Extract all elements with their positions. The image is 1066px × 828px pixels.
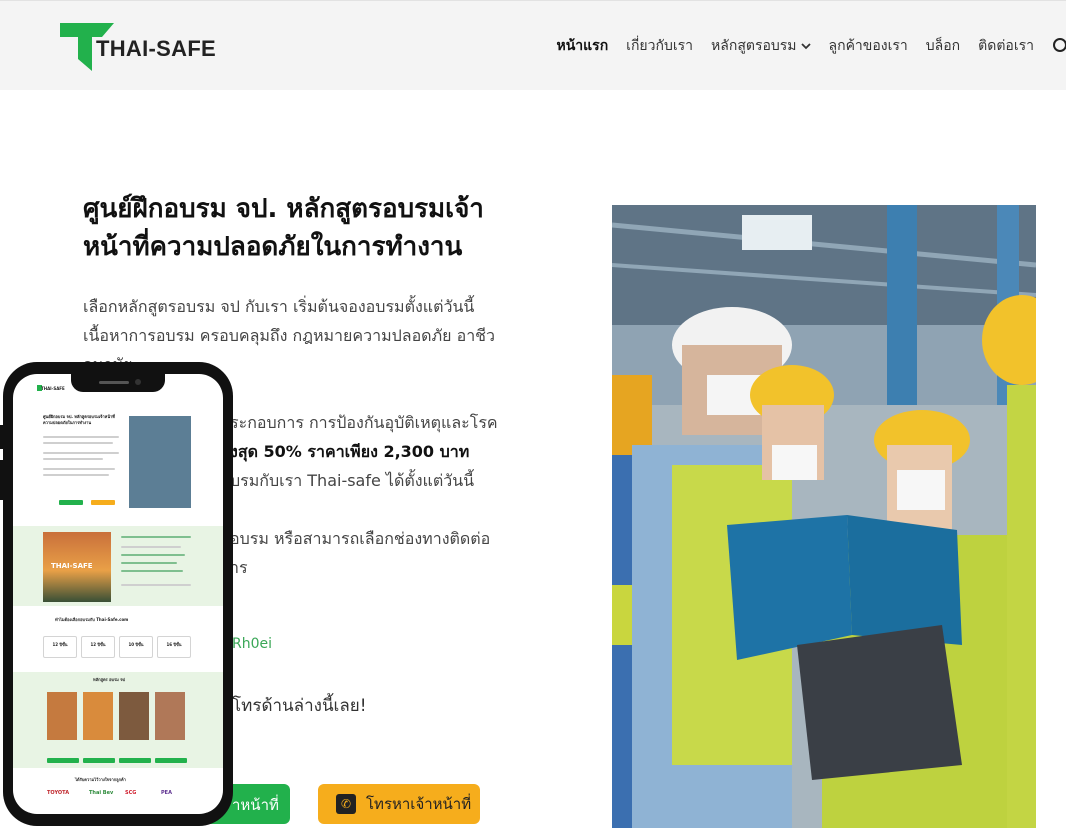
mobile-client-logo: Thai Bev (89, 790, 114, 796)
site-header: THAI-SAFE หน้าแรก เกี่ยวกับเรา หลักสูตรอ… (0, 0, 1066, 90)
nav-item-blog[interactable]: บล็อก (926, 35, 960, 57)
hero-title: ศูนย์ฝึกอบรม จป. หลักสูตรอบรมเจ้า หน้าที… (83, 194, 484, 262)
mobile-course-button (155, 758, 187, 763)
mobile-preview-mockup: THAI-SAFE ศูนย์ฝึกอบรม จป. หลักสูตรอบรมเ… (3, 362, 233, 826)
hero-paragraph-contact: อบรม หรือสามารถเลือกช่องทางติดต่อ าร (230, 529, 491, 577)
logo-text[interactable]: THAI-SAFE (96, 36, 216, 62)
mobile-banner-text: THAI-SAFE (51, 562, 93, 570)
mobile-course-button (47, 758, 79, 763)
mobile-stat-card: 12 ปีขึ้น (43, 636, 77, 658)
mobile-stat-card: 10 ปีขึ้น (119, 636, 153, 658)
mobile-orange-button (91, 500, 115, 505)
mobile-client-logo: SCG (125, 790, 137, 796)
call-staff-button[interactable]: ✆ โทรหาเจ้าหน้าที่ (318, 784, 480, 824)
nav-item-contact[interactable]: ติดต่อเรา (978, 35, 1034, 57)
mobile-course-button (119, 758, 151, 763)
main-nav: หน้าแรก เกี่ยวกับเรา หลักสูตรอบรม ลูกค้า… (538, 35, 1066, 57)
nav-item-about[interactable]: เกี่ยวกับเรา (626, 35, 693, 57)
mobile-course-card (119, 692, 149, 740)
nav-item-clients[interactable]: ลูกค้าของเรา (829, 35, 908, 57)
search-icon[interactable] (1052, 37, 1066, 55)
mobile-course-card (83, 692, 113, 740)
hero-paragraph-promo: ระกอบการ การป้องกันอุบัติเหตุและโรค งสุด… (230, 413, 498, 490)
mobile-section-title: ทำไมต้องเลือกอบรมกับ Thai-Safe.com (55, 617, 129, 622)
hero-photo-workers (612, 205, 1036, 828)
mobile-stat-card: 12 ปีขึ้น (81, 636, 115, 658)
mobile-section-courses (13, 672, 223, 768)
mobile-course-card (47, 692, 77, 740)
mobile-stat-card: 16 ปีขึ้น (157, 636, 191, 658)
phone-icon: ✆ (336, 794, 356, 814)
mobile-client-logo: TOYOTA (47, 790, 70, 796)
nav-item-home[interactable]: หน้าแรก (556, 35, 608, 57)
mobile-logo-text: THAI-SAFE (41, 386, 65, 391)
mobile-course-title: หลักสูตร อบรม จป (93, 677, 126, 682)
mobile-client-logo: PEA (161, 790, 172, 796)
mobile-course-card (155, 692, 185, 740)
mobile-clients-title: ได้รับความไว้วางใจจากลูกค้า (75, 777, 126, 782)
nav-item-courses[interactable]: หลักสูตรอบรม (711, 35, 811, 57)
chevron-down-icon (800, 40, 811, 53)
phone-notch (71, 374, 165, 392)
line-link[interactable]: Rh0ei (232, 636, 272, 652)
call-to-action-text: โทรด้านล่างนี้เลย! (232, 696, 367, 716)
mobile-hero-photo (129, 416, 191, 508)
mobile-green-button (59, 500, 83, 505)
mobile-screen: THAI-SAFE ศูนย์ฝึกอบรม จป. หลักสูตรอบรมเ… (13, 374, 223, 814)
mobile-course-button (83, 758, 115, 763)
mobile-hero-title: ศูนย์ฝึกอบรม จป. หลักสูตรอบรมเจ้าหน้าที่… (43, 414, 115, 425)
